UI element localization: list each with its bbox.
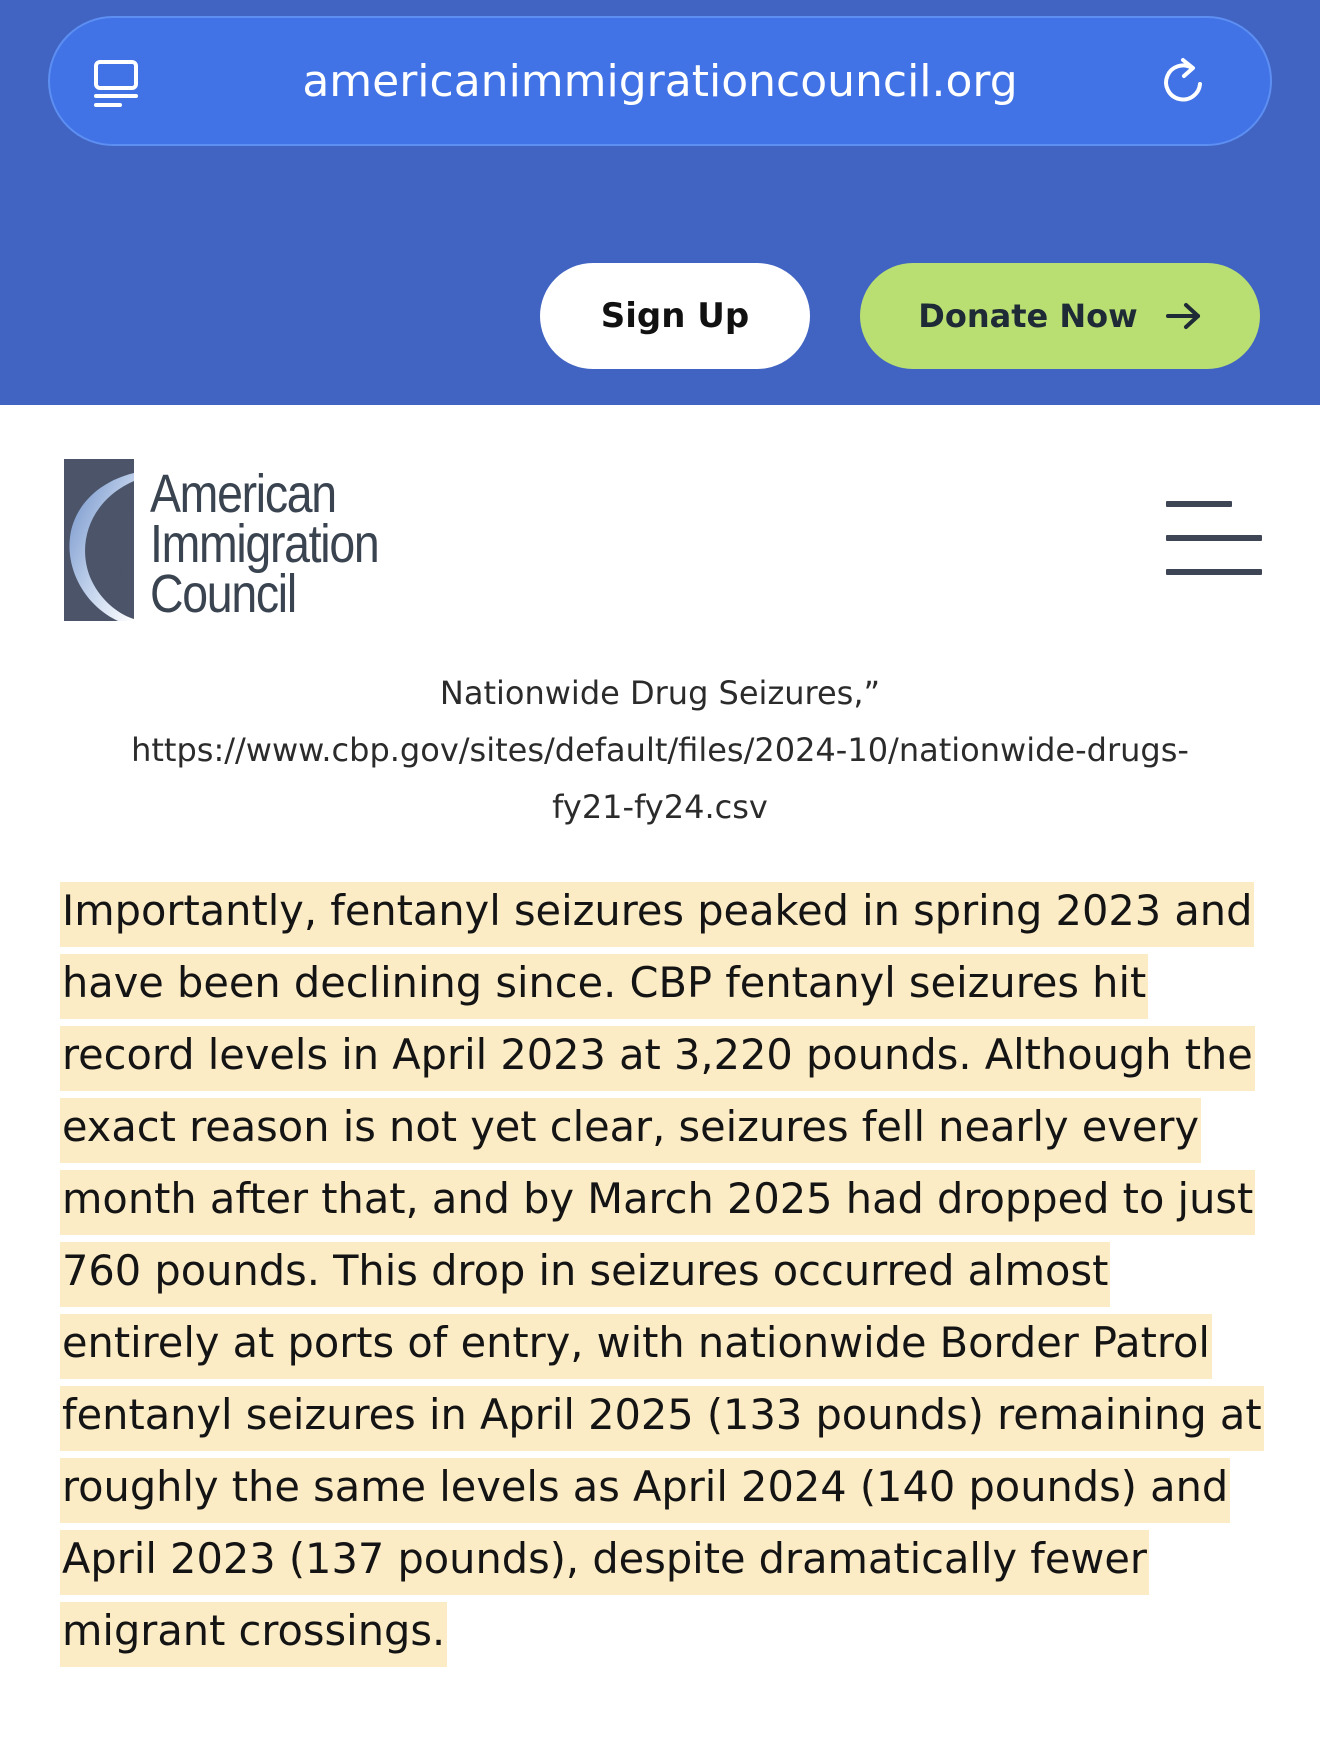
citation-line-1: Nationwide Drug Seizures,” (439, 674, 881, 712)
hamburger-menu-icon[interactable] (1166, 501, 1262, 581)
menu-bar-middle (1166, 535, 1262, 541)
citation-link-line-3[interactable]: fy21-fy24.csv (40, 779, 1280, 836)
article-paragraph: Importantly, fentanyl seizures peaked in… (60, 875, 1270, 1667)
menu-bar-bottom (1166, 569, 1262, 575)
menu-bar-top (1166, 501, 1232, 507)
logo-icon[interactable] (64, 459, 134, 621)
url-text[interactable]: americanimmigrationcouncil.org (50, 50, 1270, 114)
logo-line-2: Immigration (150, 514, 380, 574)
reload-icon[interactable] (1156, 54, 1212, 110)
address-bar[interactable]: americanimmigrationcouncil.org (48, 16, 1272, 146)
sign-up-button[interactable]: Sign Up (540, 263, 810, 369)
site-logo-wordmark[interactable]: American Immigration Council (150, 464, 380, 624)
logo-line-3: Council (150, 564, 297, 624)
citation-link-line-2[interactable]: https://www.cbp.gov/sites/default/files/… (40, 722, 1280, 779)
source-citation: Nationwide Drug Seizures,” https://www.c… (40, 665, 1280, 836)
donate-now-button[interactable]: Donate Now (860, 263, 1260, 369)
browser-toolbar: americanimmigrationcouncil.org Sign Up D… (0, 0, 1320, 405)
logo-line-1: American (150, 464, 337, 524)
highlighted-text: Importantly, fentanyl seizures peaked in… (60, 882, 1264, 1667)
donate-now-label: Donate Now (918, 297, 1138, 335)
arrow-right-icon (1165, 303, 1200, 329)
site-header: American Immigration Council (0, 405, 1320, 635)
